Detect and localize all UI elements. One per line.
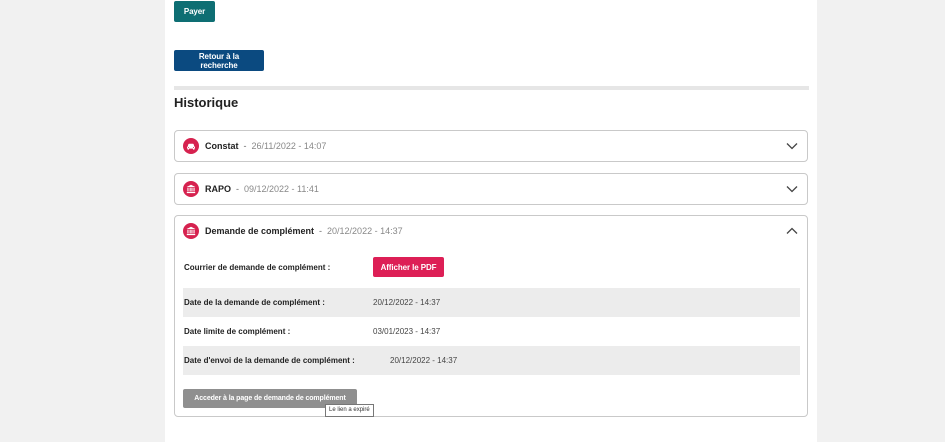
detail-row-request-date: Date de la demande de complément : 20/12… [183,288,800,317]
chevron-up-icon[interactable] [785,224,799,238]
chevron-down-icon[interactable] [785,139,799,153]
history-item-header[interactable]: Demande de complément - 20/12/2022 - 14:… [183,222,403,240]
history-item-constat[interactable]: Constat - 26/11/2022 - 14:07 [174,130,808,162]
letter-label: Courrier de demande de complément : [184,263,331,272]
history-item-title: RAPO [205,184,232,194]
history-item-date: 26/11/2022 - 14:07 [251,141,327,151]
history-item-header[interactable]: Constat - 26/11/2022 - 14:07 [183,137,326,155]
history-item-title: Constat [205,141,239,151]
detail-label: Date d'envoi de la demande de complément… [184,356,355,365]
car-icon [183,138,199,154]
history-item-rapo[interactable]: RAPO - 09/12/2022 - 11:41 [174,173,808,205]
divider [174,86,809,90]
detail-row-deadline: Date limite de complément : 03/01/2023 -… [183,317,800,346]
detail-label: Date limite de complément : [184,327,291,336]
detail-value: 20/12/2022 - 14:37 [390,356,458,365]
history-item-separator: - [236,184,240,194]
history-item-date: 20/12/2022 - 14:37 [327,226,403,236]
chevron-down-icon[interactable] [785,182,799,196]
letter-row: Courrier de demande de complément : [183,253,800,282]
expired-link-tooltip: Le lien a expiré [325,404,374,417]
detail-value: 03/01/2023 - 14:37 [373,327,441,336]
detail-label: Date de la demande de complément : [184,298,325,307]
institution-icon [183,223,199,239]
institution-icon [183,181,199,197]
detail-value: 20/12/2022 - 14:37 [373,298,441,307]
history-item-date: 09/12/2022 - 11:41 [244,184,319,194]
history-item-title: Demande de complément [205,226,315,236]
history-item-header[interactable]: RAPO - 09/12/2022 - 11:41 [183,180,319,198]
show-pdf-button[interactable]: Afficher le PDF [373,257,444,277]
history-title: Historique [174,95,239,110]
history-item-separator: - [319,226,323,236]
main-panel: Payer Retour à la recherche Historique C… [165,0,817,442]
history-item-demande-complement: Demande de complément - 20/12/2022 - 14:… [174,215,808,417]
back-to-search-button[interactable]: Retour à la recherche [174,50,264,71]
detail-row-send-date: Date d'envoi de la demande de complément… [183,346,800,375]
history-item-separator: - [243,141,247,151]
pay-button[interactable]: Payer [174,1,215,22]
